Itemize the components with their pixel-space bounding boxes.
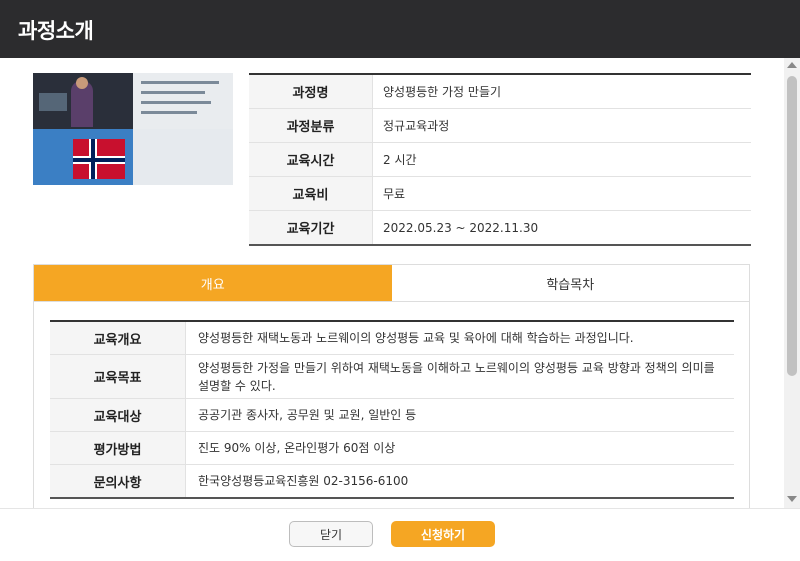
info-value: 무료 <box>383 187 406 201</box>
info-row: 교육시간 2 시간 <box>249 143 751 177</box>
detail-row: 교육개요 양성평등한 재택노동과 노르웨이의 양성평등 교육 및 육아에 대해 … <box>50 322 734 355</box>
overview-table: 교육개요 양성평등한 재택노동과 노르웨이의 양성평등 교육 및 육아에 대해 … <box>50 320 734 499</box>
apply-button[interactable]: 신청하기 <box>391 521 495 547</box>
detail-value: 양성평등한 가정을 만들기 위하여 재택노동을 이해하고 노르웨이의 양성평등 … <box>198 360 715 393</box>
thumbnail-person-head <box>76 77 88 89</box>
scroll-down-icon[interactable] <box>787 496 797 502</box>
modal-header: 과정소개 <box>0 0 800 58</box>
thumbnail-line <box>141 111 197 114</box>
info-label: 과정명 <box>249 75 373 108</box>
overview-panel: 교육개요 양성평등한 재택노동과 노르웨이의 양성평등 교육 및 육아에 대해 … <box>33 302 750 508</box>
info-value: 양성평등한 가정 만들기 <box>383 85 502 99</box>
detail-label: 평가방법 <box>50 432 186 464</box>
info-row: 교육기간 2022.05.23 ~ 2022.11.30 <box>249 211 751 244</box>
info-label: 과정분류 <box>249 109 373 142</box>
tab-overview[interactable]: 개요 <box>34 265 392 301</box>
detail-label: 교육개요 <box>50 322 186 354</box>
detail-value: 공공기관 종사자, 공무원 및 교원, 일반인 등 <box>198 408 417 422</box>
thumbnail-quadrant-lecturer <box>33 73 133 129</box>
course-tabs: 개요 학습목차 <box>33 264 750 302</box>
scrollbar-thumb[interactable] <box>787 76 797 376</box>
tab-curriculum[interactable]: 학습목차 <box>391 265 749 301</box>
course-intro-modal: 과정소개 과정명 양성평등한 가정 만들기 과정분류 정규교육과정 교육시간 2… <box>0 0 800 561</box>
thumbnail-quadrant-flag <box>33 129 133 185</box>
info-label: 교육비 <box>249 177 373 210</box>
info-label: 교육시간 <box>249 143 373 176</box>
flag-cross-horizontal-inner <box>73 158 125 162</box>
info-row: 과정명 양성평등한 가정 만들기 <box>249 75 751 109</box>
course-thumbnail-image <box>33 73 233 185</box>
info-row: 교육비 무료 <box>249 177 751 211</box>
detail-label: 문의사항 <box>50 465 186 497</box>
detail-label: 교육대상 <box>50 399 186 431</box>
thumbnail-line <box>141 81 219 84</box>
detail-value: 한국양성평등교육진흥원 02-3156-6100 <box>198 474 409 488</box>
scroll-up-icon[interactable] <box>787 62 797 68</box>
modal-scrollbar[interactable] <box>784 58 800 508</box>
info-value: 2022.05.23 ~ 2022.11.30 <box>383 220 539 235</box>
detail-row: 평가방법 진도 90% 이상, 온라인평가 60점 이상 <box>50 432 734 465</box>
info-label: 교육기간 <box>249 211 373 244</box>
info-value: 정규교육과정 <box>383 119 450 133</box>
detail-value: 양성평등한 재택노동과 노르웨이의 양성평등 교육 및 육아에 대해 학습하는 … <box>198 331 634 345</box>
detail-label: 교육목표 <box>50 355 186 398</box>
detail-row: 문의사항 한국양성평등교육진흥원 02-3156-6100 <box>50 465 734 497</box>
modal-footer: 닫기 신청하기 <box>0 508 800 561</box>
close-button[interactable]: 닫기 <box>289 521 373 547</box>
modal-body: 과정명 양성평등한 가정 만들기 과정분류 정규교육과정 교육시간 2 시간 교… <box>0 58 784 508</box>
detail-row: 교육목표 양성평등한 가정을 만들기 위하여 재택노동을 이해하고 노르웨이의 … <box>50 355 734 399</box>
info-row: 과정분류 정규교육과정 <box>249 109 751 143</box>
course-info-table: 과정명 양성평등한 가정 만들기 과정분류 정규교육과정 교육시간 2 시간 교… <box>249 73 751 246</box>
thumbnail-line <box>141 91 205 94</box>
detail-row: 교육대상 공공기관 종사자, 공무원 및 교원, 일반인 등 <box>50 399 734 432</box>
thumbnail-quadrant-slide <box>133 73 233 129</box>
detail-value: 진도 90% 이상, 온라인평가 60점 이상 <box>198 441 396 455</box>
info-value: 2 시간 <box>383 153 417 167</box>
thumbnail-quadrant-text <box>133 129 233 185</box>
thumbnail-line <box>141 101 211 104</box>
modal-title: 과정소개 <box>18 19 94 43</box>
thumbnail-sign <box>39 93 67 111</box>
